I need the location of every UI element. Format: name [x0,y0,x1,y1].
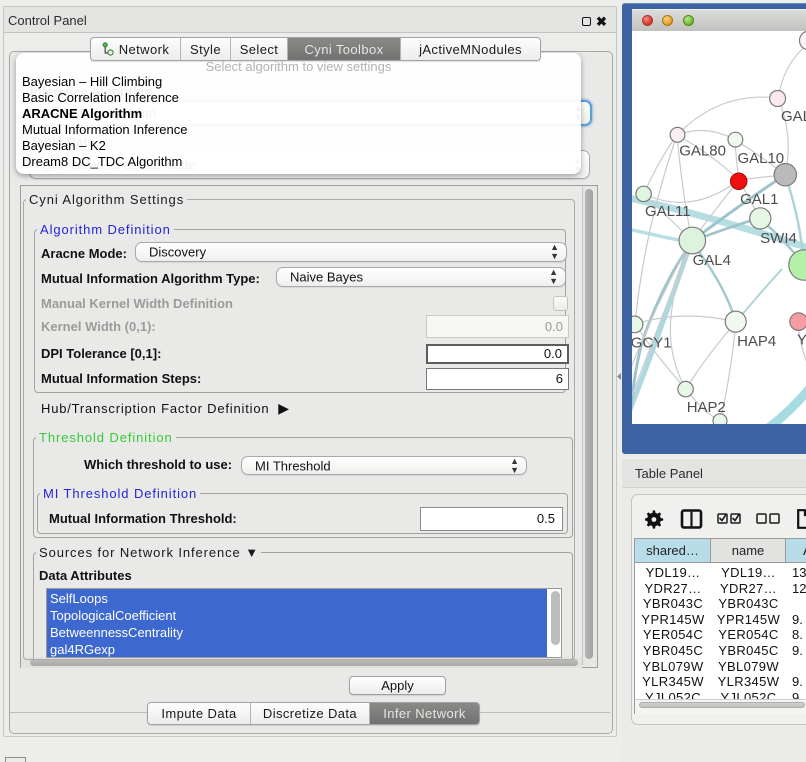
svg-text:GAL10: GAL10 [737,150,784,167]
svg-text:GAL80: GAL80 [679,143,726,160]
svg-text:GAL1: GAL1 [740,191,778,208]
svg-text:HAP4: HAP4 [737,333,776,350]
svg-text:GCY1: GCY1 [632,334,672,351]
svg-text:GAL11: GAL11 [645,203,691,220]
svg-text:GAL4: GAL4 [693,252,731,269]
svg-text:YM: YM [797,332,806,349]
svg-text:HAP2: HAP2 [687,399,726,416]
svg-text:GAL7: GAL7 [781,108,806,125]
svg-text:SWI4: SWI4 [760,230,797,247]
